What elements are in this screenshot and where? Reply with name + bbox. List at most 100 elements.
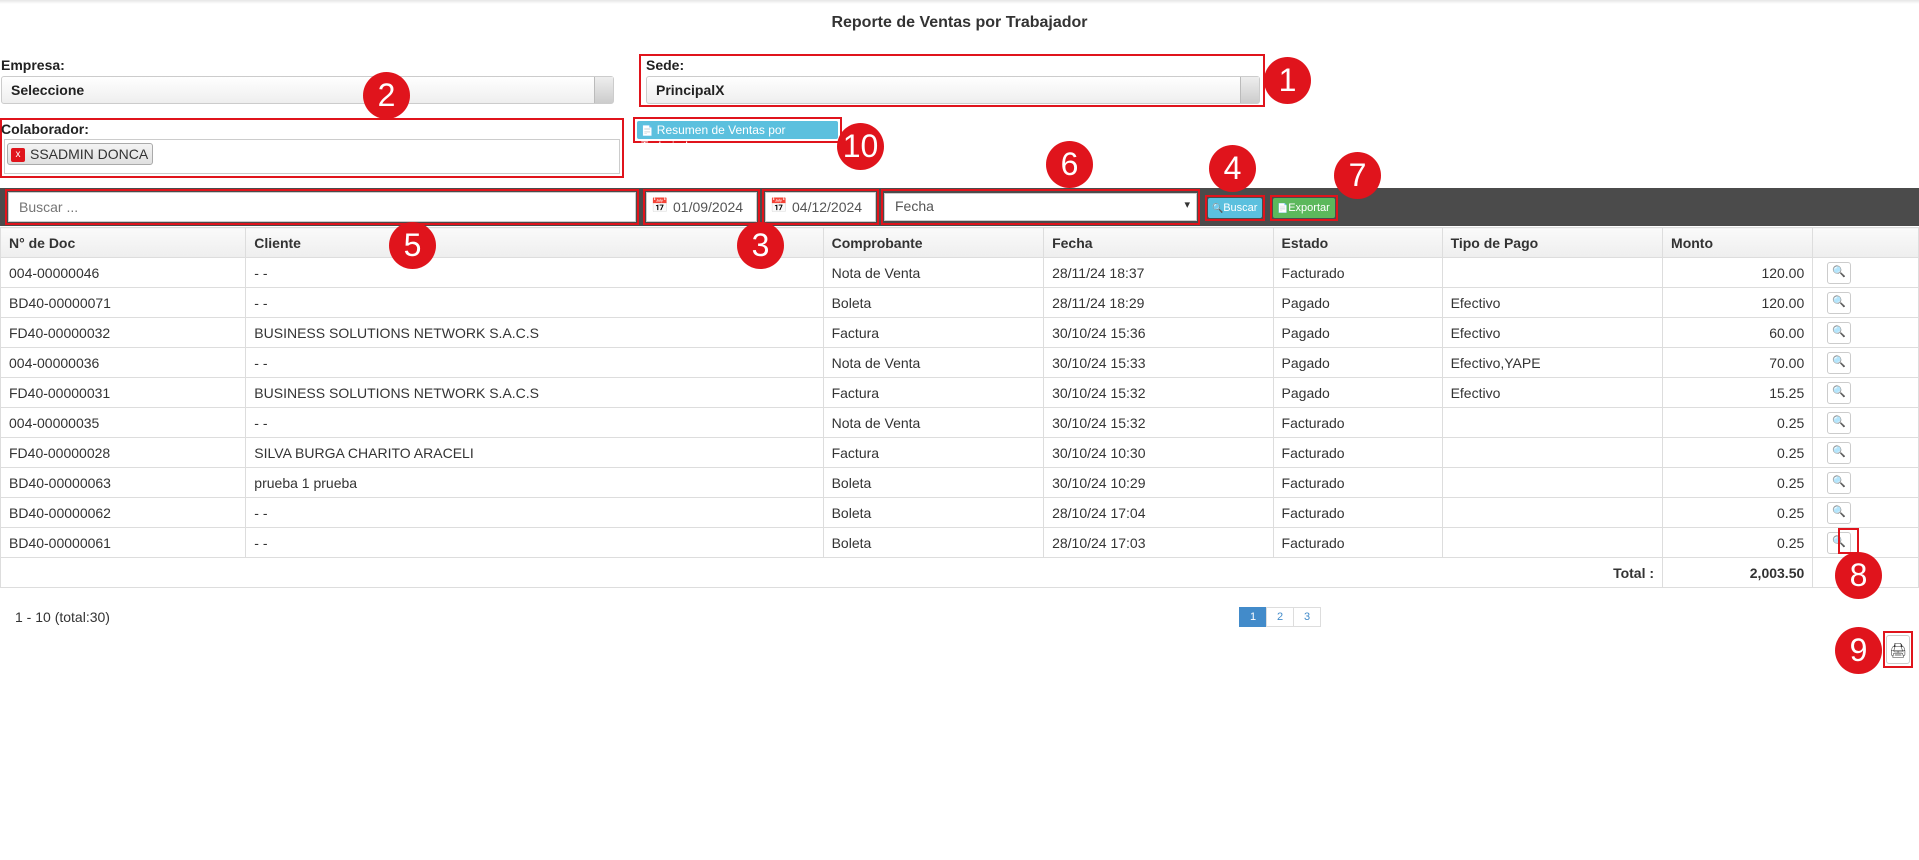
cell-cliente: prueba 1 prueba [245, 467, 824, 498]
col-header-doc[interactable]: N° de Doc [0, 227, 247, 258]
view-detail-button[interactable]: 🔍 [1827, 321, 1852, 344]
cell-monto: 120.00 [1662, 287, 1814, 318]
col-header-comprobante[interactable]: Comprobante [822, 227, 1045, 258]
resumen-ventas-button[interactable]: 📄 Resumen de Ventas por Trabajador [637, 121, 838, 153]
cell-monto: 15.25 [1662, 377, 1814, 408]
cell-doc: 004-00000035 [0, 407, 247, 438]
cell-cliente: BUSINESS SOLUTIONS NETWORK S.A.C.S [245, 377, 824, 408]
colaborador-label: Colaborador: [1, 121, 89, 137]
sede-value: PrincipalX [656, 82, 725, 98]
empresa-value: Seleccione [11, 82, 85, 98]
cell-tipo-pago [1441, 527, 1664, 558]
cell-fecha: 28/11/24 18:37 [1043, 257, 1274, 288]
view-detail-button[interactable]: 🔍 [1827, 471, 1852, 494]
cell-estado: Facturado [1272, 527, 1443, 558]
view-detail-button[interactable]: 🔍 [1827, 411, 1852, 434]
cell-fecha: 30/10/24 15:32 [1043, 407, 1274, 438]
view-detail-button[interactable]: 🔍 [1827, 441, 1852, 464]
magnifier-icon: 🔍 [1832, 265, 1847, 278]
sede-label: Sede: [646, 57, 685, 73]
view-detail-button[interactable]: 🔍 [1827, 351, 1852, 374]
cell-actions: 🔍 [1812, 467, 1919, 498]
col-header-tipo-pago[interactable]: Tipo de Pago [1441, 227, 1664, 258]
cell-doc: BD40-00000063 [0, 467, 247, 498]
pagination: 123 [1239, 607, 1321, 627]
chevron-down-icon: ▾ [1184, 199, 1190, 211]
cell-actions: 🔍 [1812, 437, 1919, 468]
cell-cliente: - - [245, 257, 824, 288]
magnifier-icon: 🔍 [1832, 355, 1847, 368]
page-2-button[interactable]: 2 [1266, 607, 1294, 627]
cell-doc: BD40-00000062 [0, 497, 247, 528]
table-row: BD40-00000061- - Boleta 28/10/24 17:03 Fact… [0, 527, 1919, 558]
empresa-select[interactable]: Seleccione [1, 76, 614, 104]
print-button[interactable]: 🖨 [1886, 635, 1910, 664]
table-row: BD40-00000063 prueba 1 prueba Boleta 30/10/… [0, 467, 1919, 498]
cell-estado: Pagado [1272, 287, 1443, 318]
annotation-badge-1: 1 [1264, 57, 1311, 104]
buscar-button[interactable]: 🔍Buscar [1208, 198, 1262, 218]
sales-table: N° de Doc Cliente Comprobante Fecha Esta… [0, 227, 1919, 588]
exportar-button[interactable]: 📄Exportar [1273, 198, 1335, 218]
cell-actions: 🔍 [1812, 347, 1919, 378]
cell-actions: 🔍 [1812, 377, 1919, 408]
cell-monto: 0.25 [1662, 437, 1814, 468]
cell-monto: 60.00 [1662, 317, 1814, 348]
annotation-badge-7: 7 [1334, 152, 1381, 199]
cell-monto: 0.25 [1662, 497, 1814, 528]
view-detail-button[interactable]: 🔍 [1827, 291, 1852, 314]
col-header-monto[interactable]: Monto [1662, 227, 1814, 258]
order-select[interactable]: Fecha ▾ [884, 193, 1197, 221]
view-detail-button[interactable]: 🔍 [1827, 501, 1852, 524]
annotation-badge-5: 5 [389, 222, 436, 269]
page-3-button[interactable]: 3 [1293, 607, 1321, 627]
calendar-icon: 📅 [770, 197, 788, 213]
cell-fecha: 30/10/24 15:36 [1043, 317, 1274, 348]
excel-icon: 📄 [1277, 203, 1289, 213]
colaborador-multiselect[interactable]: x SSADMIN DONCA [4, 139, 620, 174]
col-header-fecha[interactable]: Fecha [1043, 227, 1274, 258]
cell-doc: 004-00000036 [0, 347, 247, 378]
colaborador-tag-text: SSADMIN DONCA [30, 146, 149, 162]
chevron-down-icon [594, 77, 613, 103]
annotation-badge-10: 10 [837, 123, 884, 170]
total-value: 2,003.50 [1662, 557, 1814, 588]
cell-doc: FD40-00000031 [0, 377, 247, 408]
cell-actions: 🔍 [1812, 497, 1919, 528]
annotation-badge-6: 6 [1046, 141, 1093, 188]
cell-estado: Pagado [1272, 377, 1443, 408]
cell-cliente: - - [245, 407, 824, 438]
cell-doc: 004-00000046 [0, 257, 247, 288]
total-label: Total : [0, 557, 1664, 588]
pagination-summary: 1 - 10 (total:30) [15, 609, 110, 625]
tag-remove-icon[interactable]: x [11, 148, 25, 162]
total-row: Total : 2,003.50 [0, 557, 1919, 588]
cell-fecha: 28/11/24 18:29 [1043, 287, 1274, 318]
view-detail-button[interactable]: 🔍 [1827, 381, 1852, 404]
cell-tipo-pago: Efectivo [1441, 287, 1664, 318]
cell-estado: Facturado [1272, 437, 1443, 468]
search-input[interactable] [8, 192, 636, 222]
cell-fecha: 30/10/24 15:33 [1043, 347, 1274, 378]
table-row: FD40-00000031 BUSINESS SOLUTIONS NETWORK … [0, 377, 1919, 408]
cell-cliente: - - [245, 527, 824, 558]
buscar-label: Buscar [1223, 202, 1258, 214]
annotation-badge-8: 8 [1835, 552, 1882, 599]
magnifier-icon: 🔍 [1832, 415, 1847, 428]
printer-icon: 🖨 [1889, 642, 1907, 658]
cell-fecha: 30/10/24 15:32 [1043, 377, 1274, 408]
cell-fecha: 30/10/24 10:30 [1043, 437, 1274, 468]
view-detail-button[interactable]: 🔍 [1827, 261, 1852, 284]
cell-monto: 70.00 [1662, 347, 1814, 378]
cell-comprobante: Boleta [822, 497, 1045, 528]
sede-select[interactable]: PrincipalX [646, 76, 1260, 104]
magnifier-icon: 🔍 [1832, 505, 1847, 518]
date-to-input[interactable]: 📅 04/12/2024 [765, 192, 876, 222]
cell-cliente: - - [245, 347, 824, 378]
cell-actions: 🔍 [1812, 257, 1919, 288]
col-header-estado[interactable]: Estado [1272, 227, 1443, 258]
page-1-button[interactable]: 1 [1239, 607, 1267, 627]
cell-comprobante: Boleta [822, 467, 1045, 498]
cell-comprobante: Boleta [822, 527, 1045, 558]
date-from-input[interactable]: 📅 01/09/2024 [646, 192, 757, 222]
